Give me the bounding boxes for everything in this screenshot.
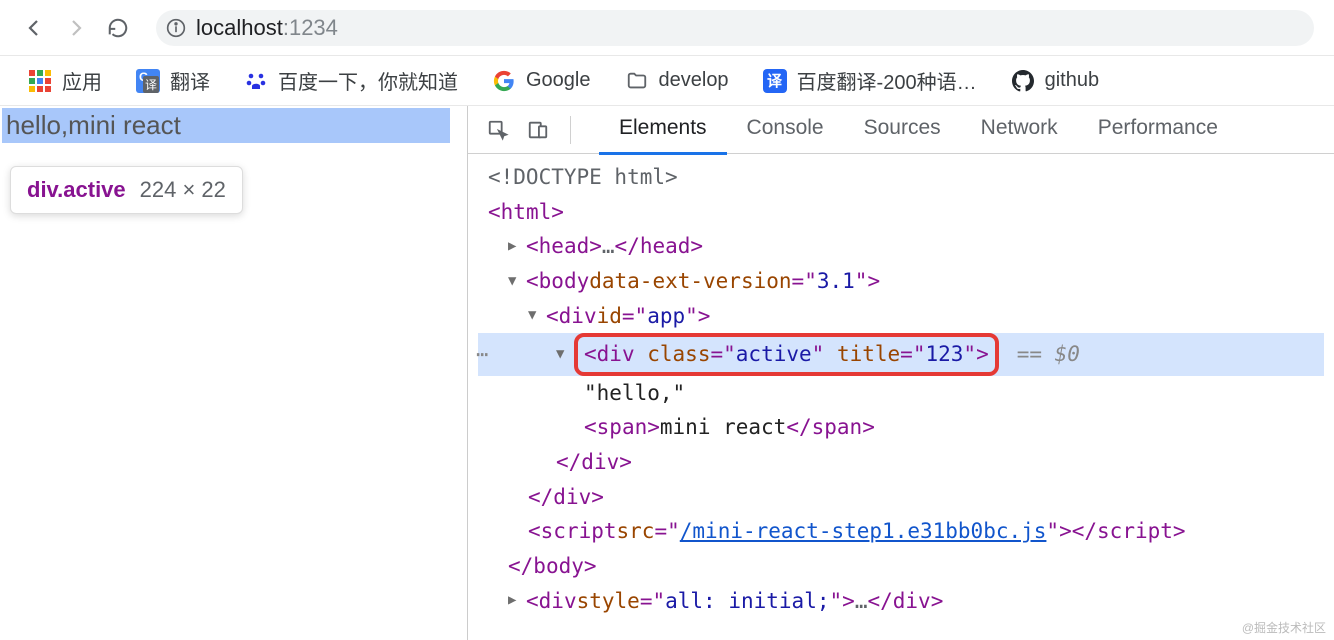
url-text: localhost:1234 (196, 15, 338, 41)
tab-sources[interactable]: Sources (844, 104, 961, 155)
inspect-tooltip: div.active 224 × 22 (10, 166, 243, 214)
devtools-tabs: Elements Console Sources Network Perform… (599, 104, 1238, 155)
tooltip-dimensions: 224 × 22 (140, 177, 226, 203)
collapse-icon[interactable] (508, 270, 526, 293)
translate-icon (136, 69, 160, 93)
bookmark-baidu[interactable]: 百度一下，你就知道 (234, 60, 468, 101)
dom-body-open[interactable]: <body data-ext-version="3.1"> (478, 264, 1324, 299)
back-button[interactable] (20, 14, 48, 42)
devtools-header: Elements Console Sources Network Perform… (468, 106, 1334, 154)
inspect-element-icon[interactable] (482, 114, 514, 146)
page-content: hello,mini react div.active 224 × 22 (0, 106, 468, 640)
bookmark-google[interactable]: Google (482, 63, 601, 99)
dom-text-node[interactable]: "hello," (478, 376, 1324, 411)
device-toolbar-icon[interactable] (522, 114, 554, 146)
bookmark-label: develop (659, 69, 729, 92)
tab-network[interactable]: Network (961, 104, 1078, 155)
browser-toolbar: localhost:1234 (0, 0, 1334, 56)
bookmark-develop-folder[interactable]: develop (615, 63, 739, 99)
collapse-icon[interactable] (556, 343, 574, 366)
bookmark-label: 百度一下，你就知道 (278, 66, 458, 95)
baidu-icon (244, 69, 268, 93)
watermark: @掘金技术社区 (1242, 619, 1326, 636)
more-icon[interactable]: ⋯ (476, 338, 488, 371)
dom-app-open[interactable]: <div id="app"> (478, 299, 1324, 334)
google-icon (492, 69, 516, 93)
dom-selected-div[interactable]: ⋯ <div class="active" title="123"> == $0 (478, 333, 1324, 376)
bookmark-label: 翻译 (170, 66, 210, 95)
dom-tree[interactable]: <!DOCTYPE html> <html> <head>…</head> <b… (468, 154, 1334, 624)
site-info-icon[interactable] (166, 18, 186, 38)
reload-button[interactable] (104, 14, 132, 42)
expand-icon[interactable] (508, 235, 526, 258)
apps-icon (28, 69, 52, 93)
main-area: hello,mini react div.active 224 × 22 Ele… (0, 106, 1334, 640)
dom-close-body[interactable]: </body> (478, 549, 1324, 584)
bookmarks-bar: 应用 翻译 百度一下，你就知道 Google develop 译 百度翻译-20… (0, 56, 1334, 106)
bookmark-label: github (1045, 69, 1100, 92)
folder-icon (625, 69, 649, 93)
expand-icon[interactable] (508, 589, 526, 612)
highlighted-node: <div class="active" title="123"> (574, 333, 999, 376)
dom-close-div[interactable]: </div> (478, 445, 1324, 480)
bookmark-label: 百度翻译-200种语… (797, 66, 977, 95)
inspected-element[interactable]: hello,mini react (2, 108, 450, 143)
tab-elements[interactable]: Elements (599, 104, 727, 155)
dom-script[interactable]: <script src="/mini-react-step1.e31bb0bc.… (478, 514, 1324, 549)
forward-button[interactable] (62, 14, 90, 42)
bookmark-baidufanyi[interactable]: 译 百度翻译-200种语… (753, 60, 987, 101)
devtools-panel: Elements Console Sources Network Perform… (468, 106, 1334, 640)
dom-head[interactable]: <head>…</head> (478, 229, 1324, 264)
dom-span[interactable]: <span>mini react</span> (478, 410, 1324, 445)
github-icon (1011, 69, 1035, 93)
bookmark-github[interactable]: github (1001, 63, 1110, 99)
selected-marker: == $0 (1017, 337, 1080, 372)
bookmark-label: 应用 (62, 66, 102, 95)
bookmark-apps[interactable]: 应用 (18, 60, 112, 101)
dom-html-open[interactable]: <html> (478, 195, 1324, 230)
collapse-icon[interactable] (528, 304, 546, 327)
bookmark-translate[interactable]: 翻译 (126, 60, 220, 101)
dom-doctype[interactable]: <!DOCTYPE html> (478, 160, 1324, 195)
address-bar[interactable]: localhost:1234 (156, 10, 1314, 46)
separator (570, 116, 571, 144)
dom-close-div[interactable]: </div> (478, 480, 1324, 515)
tab-console[interactable]: Console (727, 104, 844, 155)
tooltip-selector: div.active (27, 177, 126, 203)
tab-performance[interactable]: Performance (1078, 104, 1238, 155)
baidu-translate-icon: 译 (763, 69, 787, 93)
bookmark-label: Google (526, 69, 591, 92)
dom-style-div[interactable]: <div style="all: initial;">…</div> (478, 584, 1324, 619)
